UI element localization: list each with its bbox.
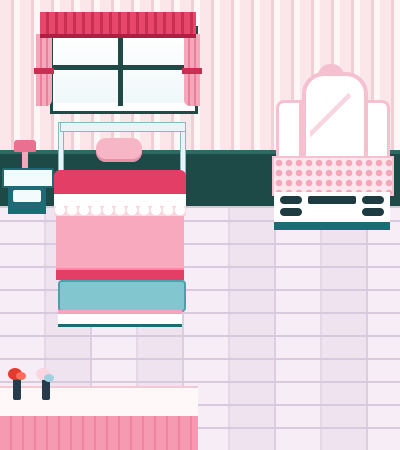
nightstand-drawer[interactable] <box>13 190 41 202</box>
nightstand-top[interactable] <box>2 168 54 188</box>
vanity-base <box>274 222 390 230</box>
vanity-drawer-right[interactable] <box>362 196 384 204</box>
bedroom-scene <box>0 0 400 450</box>
table-front <box>0 416 198 450</box>
bed-footboard <box>58 280 186 312</box>
bed-base <box>58 310 182 327</box>
curtain-tie-right <box>182 68 202 74</box>
vanity-drawer-left[interactable] <box>280 196 302 204</box>
bed-band <box>56 270 184 280</box>
vanity-drawer-right-lower[interactable] <box>362 208 384 216</box>
bed-blanket[interactable] <box>56 216 184 272</box>
blue-flower-icon <box>44 374 54 382</box>
flower-vase-left[interactable] <box>13 378 21 400</box>
mirror-glass <box>310 88 352 154</box>
mirror-left-panel <box>276 100 302 164</box>
lamp-shade[interactable] <box>14 140 36 152</box>
bed-lace-trim <box>54 194 186 216</box>
red-flower-icon <box>16 372 26 380</box>
vanity-top[interactable] <box>272 156 394 196</box>
table-top[interactable] <box>0 386 198 418</box>
curtain-valance <box>40 12 196 38</box>
headboard <box>60 122 186 132</box>
curtain-tie-left <box>34 68 54 74</box>
vanity-drawer-left-lower[interactable] <box>280 208 302 216</box>
bed-blanket-top[interactable] <box>54 170 186 194</box>
pillow[interactable] <box>96 138 142 162</box>
vanity-drawer-center[interactable] <box>308 196 356 204</box>
window-mullion-horizontal <box>53 65 189 70</box>
lamp-base <box>22 152 28 168</box>
